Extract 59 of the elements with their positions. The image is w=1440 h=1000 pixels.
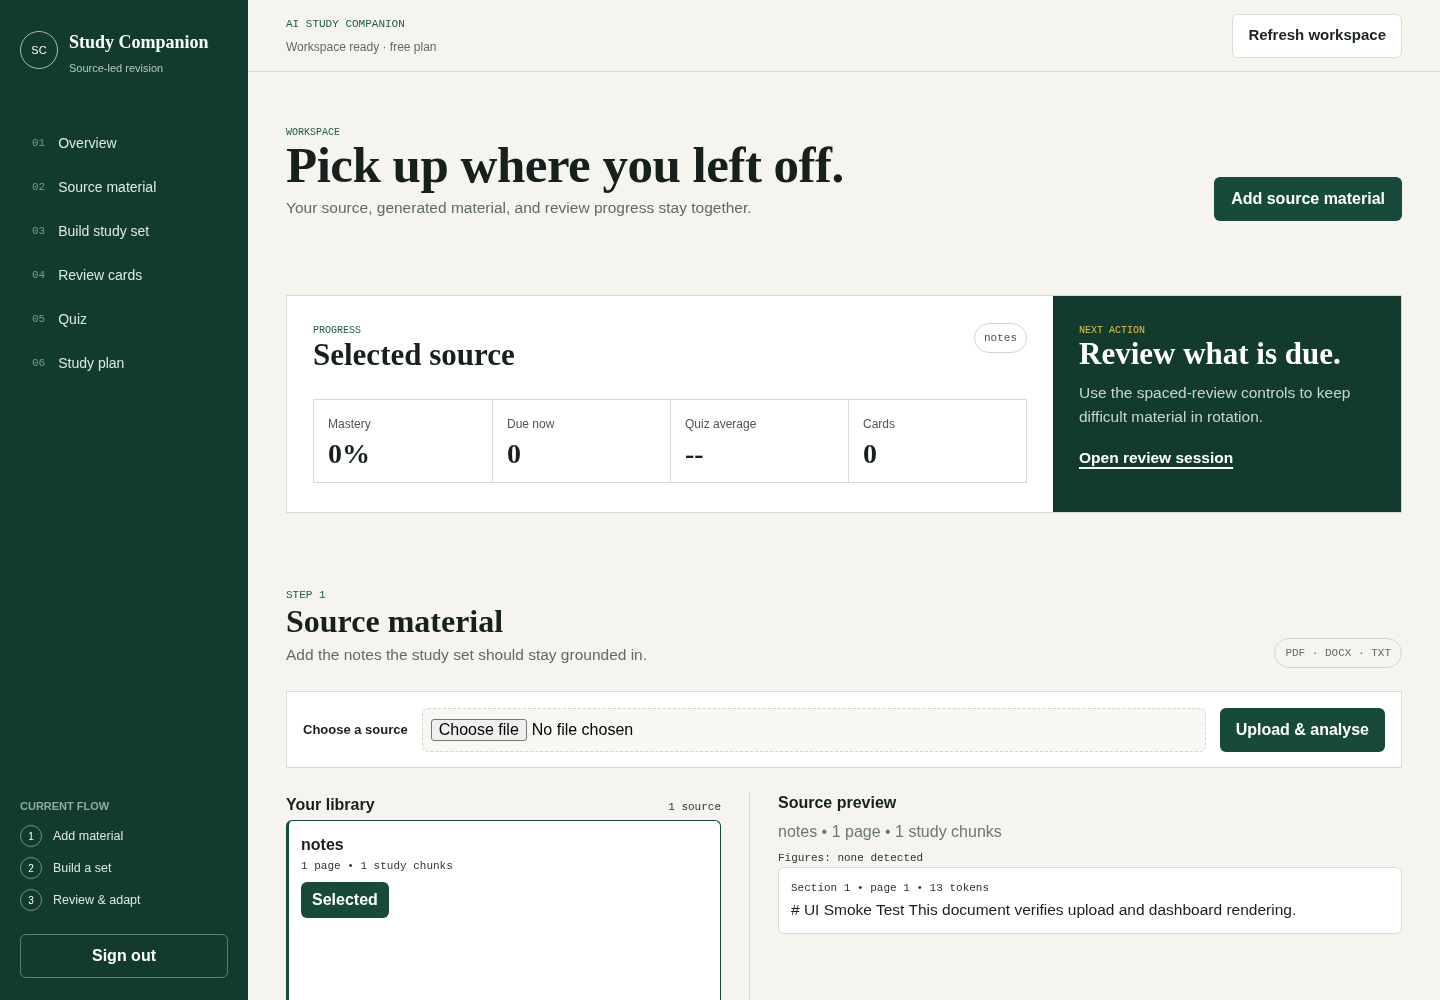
add-source-button[interactable]: Add source material bbox=[1214, 177, 1402, 221]
refresh-button[interactable]: Refresh workspace bbox=[1232, 13, 1402, 58]
library-item[interactable]: notes 1 page • 1 study chunks Selected bbox=[286, 820, 721, 1000]
app-title: Study Companion bbox=[69, 31, 209, 53]
nav-number: 06 bbox=[32, 355, 46, 371]
page-heading: Pick up where you left off. bbox=[286, 139, 844, 191]
app-subtitle: Source-led revision bbox=[69, 61, 165, 75]
stat-label: Quiz average bbox=[685, 416, 758, 432]
step-eyebrow: STEP 1 bbox=[286, 588, 327, 602]
nav-item[interactable]: 05 Quiz bbox=[20, 297, 228, 341]
nav-number: 05 bbox=[32, 311, 46, 327]
nav-item[interactable]: 04 Review cards bbox=[20, 253, 228, 297]
nav-item[interactable]: 01 Overview bbox=[20, 121, 228, 165]
flow-step: Add material bbox=[53, 826, 124, 846]
stat-value: 0% bbox=[328, 438, 371, 470]
chunk-text: # UI Smoke Test This document verifies upload and dashboard rendering. bbox=[791, 900, 1298, 920]
nav-item[interactable]: 06 Study plan bbox=[20, 341, 228, 385]
selected-button[interactable]: Selected bbox=[301, 881, 389, 918]
section-label: CURRENT FLOW bbox=[20, 799, 111, 813]
file-status: No file chosen bbox=[531, 719, 634, 740]
stat-label: Due now bbox=[507, 416, 556, 432]
flow-step: Build a set bbox=[53, 858, 112, 878]
section-eyebrow: WORKSPACE bbox=[286, 127, 341, 139]
app-eyebrow: AI STUDY COMPANION bbox=[286, 16, 406, 31]
nav-number: 03 bbox=[32, 223, 46, 239]
flow-step: Review & adapt bbox=[53, 890, 141, 910]
page-subtitle: Your source, generated material, and review progress stay together. bbox=[286, 198, 753, 218]
library-heading: Your library bbox=[286, 795, 375, 815]
review-session-link[interactable]: Open review session bbox=[1079, 446, 1234, 470]
nav-number: 02 bbox=[32, 179, 46, 195]
nav-item[interactable]: 03 Build study set bbox=[20, 209, 228, 253]
stat-label: Mastery bbox=[328, 416, 372, 432]
choose-file-button[interactable]: Choose file bbox=[430, 718, 527, 741]
section-heading: Source material bbox=[286, 602, 505, 640]
preview-heading: Source preview bbox=[778, 793, 898, 813]
nav-number: 04 bbox=[32, 267, 46, 283]
upload-label: Choose a source bbox=[303, 720, 408, 739]
library-count: 1 source bbox=[668, 800, 721, 815]
stat-value: 0 bbox=[507, 438, 522, 470]
card-heading: Selected source bbox=[313, 337, 515, 373]
panel-heading: Review what is due. bbox=[1079, 337, 1342, 371]
panel-text: Use the spaced-review controls to keep difficult material in rotation. bbox=[1079, 383, 1352, 427]
nav-item[interactable]: 02 Source material bbox=[20, 165, 228, 209]
nav-number: 01 bbox=[32, 135, 46, 151]
file-input[interactable]: Choose file No file chosen bbox=[421, 707, 1206, 752]
card-eyebrow: PROGRESS bbox=[313, 325, 362, 337]
preview-meta: notes • 1 page • 1 study chunks bbox=[778, 822, 1003, 842]
workspace-status: Workspace ready · free plan bbox=[286, 38, 437, 55]
stat-label: Cards bbox=[863, 416, 896, 432]
stat-value: -- bbox=[685, 438, 705, 470]
sign-out-button[interactable]: Sign out bbox=[20, 934, 228, 978]
figures-note: Figures: none detected bbox=[778, 851, 925, 865]
source-name: notes bbox=[301, 835, 344, 855]
upload-button[interactable]: Upload & analyse bbox=[1219, 707, 1385, 752]
stat-value: 0 bbox=[863, 438, 878, 470]
chunk-heading: Section 1 • page 1 • 13 tokens bbox=[791, 881, 991, 895]
section-subtitle: Add the notes the study set should stay grounded in. bbox=[286, 645, 648, 665]
source-meta: 1 page • 1 study chunks bbox=[301, 859, 453, 874]
panel-eyebrow: NEXT ACTION bbox=[1079, 325, 1146, 337]
